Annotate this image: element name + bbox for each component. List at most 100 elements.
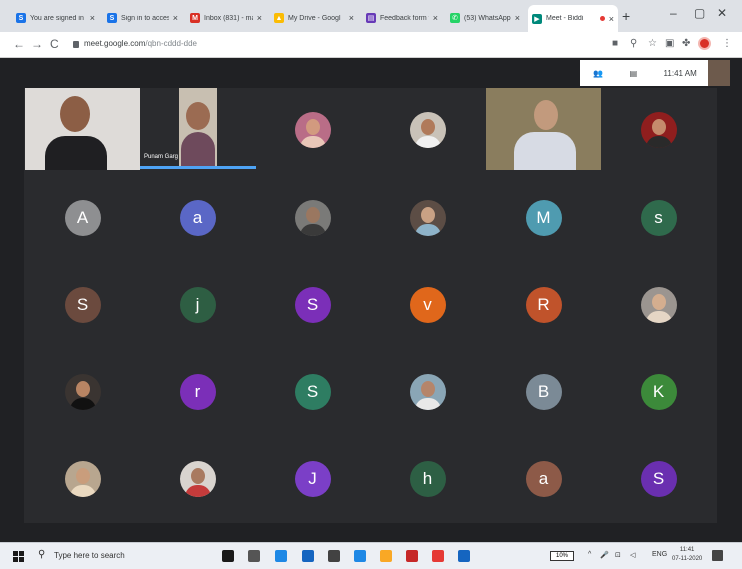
back-button[interactable]: ← (13, 37, 25, 51)
participant-tile[interactable] (25, 437, 140, 520)
tab-favicon-icon: S (16, 13, 26, 23)
url-path: /qbn-cddd-dde (145, 39, 197, 48)
participant-tile[interactable]: h (370, 437, 485, 520)
browser-tab-5[interactable]: ▤ Feedback form fo × (362, 7, 442, 29)
participant-initial-avatar: S (640, 460, 677, 497)
star-icon[interactable]: ☆ (648, 38, 657, 49)
mic-icon[interactable]: 🎤 (600, 551, 609, 559)
close-tab-icon[interactable]: × (257, 13, 262, 23)
participant-tile[interactable] (370, 176, 485, 259)
recording-dot-icon (599, 16, 605, 21)
taskbar-app-icon[interactable] (248, 550, 260, 562)
taskbar-app-icon[interactable] (302, 550, 314, 562)
volume-icon[interactable]: ◁ (630, 551, 635, 559)
chat-icon[interactable]: ▤ (630, 69, 638, 78)
meet-stage: 👥 ▤ 11:41 AM Aa Ms Sj Sv Rr S B K Jh a S Punam Garg (0, 58, 742, 542)
browser-tab-6[interactable]: ✆ (53) WhatsApp × (446, 7, 524, 29)
close-tab-icon[interactable]: × (173, 13, 178, 23)
taskbar-app-icon[interactable] (275, 550, 287, 562)
participant-tile[interactable]: A (25, 176, 140, 259)
participant-tile[interactable]: S (601, 437, 716, 520)
close-tab-icon[interactable]: × (349, 13, 354, 23)
windows-start-icon[interactable] (13, 551, 24, 562)
participant-tile[interactable] (255, 88, 370, 171)
participant-initial-avatar: a (179, 199, 216, 236)
participant-tile[interactable] (370, 350, 485, 433)
close-tab-icon[interactable]: × (515, 13, 520, 23)
close-tab-icon[interactable]: × (90, 13, 95, 23)
participant-tile[interactable]: a (486, 437, 601, 520)
tab-favicon-icon: ✆ (450, 13, 460, 23)
camera-icon[interactable]: ■ (612, 38, 618, 49)
participant-tile[interactable]: B (486, 350, 601, 433)
participant-tile[interactable]: S (255, 350, 370, 433)
avatar-head (305, 118, 320, 135)
participant-tile[interactable]: S (25, 263, 140, 346)
taskbar-app-icon[interactable] (432, 550, 444, 562)
search-icon[interactable]: ⚲ (38, 549, 45, 560)
participant-initial-avatar: r (179, 373, 216, 410)
browser-tab-1[interactable]: S You are signed in × (12, 7, 99, 29)
participant-initial-avatar: h (409, 460, 446, 497)
participant-tile[interactable]: K (601, 350, 716, 433)
restore-button[interactable]: ▢ (694, 6, 705, 20)
participant-tile[interactable] (601, 88, 716, 171)
close-tab-icon[interactable]: × (609, 14, 614, 24)
browser-tab-3[interactable]: M Inbox (831) - mai × (186, 7, 266, 29)
clock[interactable]: 11:41 07-11-2020 (672, 546, 702, 564)
language-indicator[interactable]: ENG (652, 551, 667, 558)
participant-tile[interactable]: M (486, 176, 601, 259)
close-window-button[interactable]: ✕ (717, 6, 727, 20)
url-field[interactable]: meet.google.com/qbn-cddd-dde (84, 39, 197, 48)
participant-tile[interactable] (370, 88, 485, 171)
participant-initial-avatar: R (525, 286, 562, 323)
taskbar-app-icon[interactable] (328, 550, 340, 562)
browser-tab-4[interactable]: ▲ My Drive - Googl × (270, 7, 358, 29)
participant-tile[interactable]: a (140, 176, 255, 259)
new-tab-button[interactable]: + (622, 8, 630, 24)
taskbar-app-icon[interactable] (458, 550, 470, 562)
battery-indicator[interactable]: 10% (550, 551, 574, 561)
participant-tile[interactable] (601, 263, 716, 346)
participant-tile[interactable]: S (255, 263, 370, 346)
participant-tile[interactable] (140, 437, 255, 520)
participant-photo-avatar (409, 111, 446, 148)
menu-icon[interactable]: ⋮ (722, 38, 732, 49)
notification-icon[interactable] (712, 550, 723, 561)
browser-tab-bar: S You are signed in × S Sign in to access × M I… (0, 0, 742, 32)
participant-tile[interactable]: r (140, 350, 255, 433)
extension-icon[interactable]: ▣ (665, 38, 674, 49)
participant-photo-avatar (409, 199, 446, 236)
browser-tab-7[interactable]: ▶ Meet - Biddi × (528, 5, 618, 32)
zoom-icon[interactable]: ⚲ (630, 38, 637, 49)
taskbar-app-icon[interactable] (222, 550, 234, 562)
speaker-name-label: Punam Garg (144, 154, 179, 160)
avatar-head (420, 206, 435, 223)
participant-tile[interactable]: j (140, 263, 255, 346)
avatar-head (190, 467, 205, 484)
chevron-up-icon[interactable]: ^ (588, 551, 591, 558)
tab-label: Sign in to access (121, 14, 169, 22)
taskbar-app-icon[interactable] (380, 550, 392, 562)
participant-tile[interactable] (255, 176, 370, 259)
forward-button[interactable]: → (31, 37, 43, 51)
browser-tab-2[interactable]: S Sign in to access × (103, 7, 182, 29)
close-tab-icon[interactable]: × (433, 13, 438, 23)
taskbar-search[interactable]: Type here to search (54, 551, 125, 560)
taskbar-app-icon[interactable] (354, 550, 366, 562)
participant-tile[interactable]: R (486, 263, 601, 346)
participant-tile[interactable] (25, 350, 140, 433)
meet-top-bar: 👥 ▤ 11:41 AM (580, 60, 710, 86)
reload-button[interactable]: C (50, 37, 59, 51)
participant-tile[interactable]: s (601, 176, 716, 259)
participant-tile[interactable]: J (255, 437, 370, 520)
participant-video-feed-2 (179, 88, 217, 166)
profile-avatar[interactable] (698, 37, 711, 50)
network-icon[interactable]: ⊡ (615, 551, 621, 559)
people-icon[interactable]: 👥 (593, 69, 603, 78)
puzzle-icon[interactable]: ✤ (682, 38, 690, 49)
participant-tile[interactable]: v (370, 263, 485, 346)
taskbar-app-icon[interactable] (406, 550, 418, 562)
tab-label: (53) WhatsApp (464, 14, 511, 22)
minimize-button[interactable]: – (670, 6, 677, 20)
